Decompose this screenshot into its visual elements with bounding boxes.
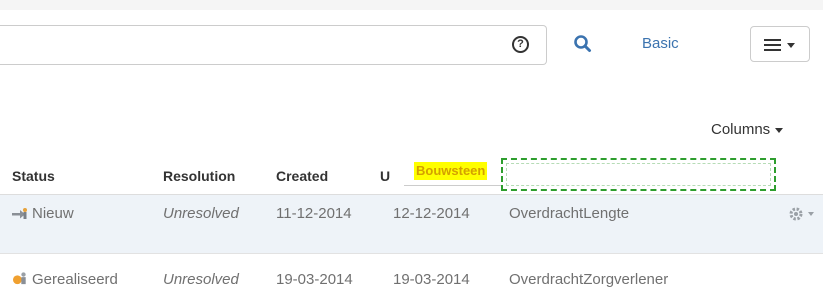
table-row-selected-background (0, 195, 823, 253)
dragged-column-header[interactable]: Bouwsteen (404, 159, 504, 186)
drop-target-inner (506, 163, 771, 186)
header-divider (0, 194, 823, 195)
row2-resolution: Unresolved (163, 271, 239, 288)
gear-icon (789, 207, 814, 221)
row1-bouwsteen: OverdrachtLengte (509, 205, 630, 222)
row1-status[interactable]: Nieuw (32, 205, 74, 222)
top-strip (0, 0, 823, 10)
search-input[interactable] (0, 25, 547, 65)
realized-status-icon (13, 272, 26, 285)
row2-bouwsteen: OverdrachtZorgverlener (509, 271, 669, 288)
row2-created: 19-03-2014 (276, 271, 353, 288)
column-drop-target[interactable] (501, 158, 776, 191)
basic-search-link[interactable]: Basic (642, 35, 679, 52)
search-button[interactable] (572, 33, 594, 55)
row2-updated: 19-03-2014 (393, 271, 470, 288)
columns-label: Columns (711, 121, 771, 138)
hamburger-menu-icon (764, 39, 781, 54)
column-header-status[interactable]: Status (12, 168, 55, 184)
question-circle-icon[interactable]: ? (512, 36, 529, 53)
row-actions-button[interactable] (788, 205, 818, 228)
column-header-resolution[interactable]: Resolution (163, 168, 235, 184)
row1-resolution: Unresolved (163, 205, 239, 222)
column-header-created[interactable]: Created (276, 168, 328, 184)
columns-button[interactable]: Columns (711, 121, 784, 138)
row2-status[interactable]: Gerealiseerd (32, 271, 118, 288)
row-divider (0, 253, 823, 254)
dragged-column-label: Bouwsteen (414, 162, 488, 180)
caret-down-icon (775, 127, 784, 133)
column-header-updated[interactable]: U (380, 168, 390, 184)
row1-updated: 12-12-2014 (393, 205, 470, 222)
search-icon (574, 35, 591, 52)
menu-button[interactable] (750, 26, 810, 62)
chevron-down-icon (787, 43, 795, 48)
row1-created: 11-12-2014 (276, 205, 352, 222)
new-status-arrow-icon (12, 208, 27, 219)
